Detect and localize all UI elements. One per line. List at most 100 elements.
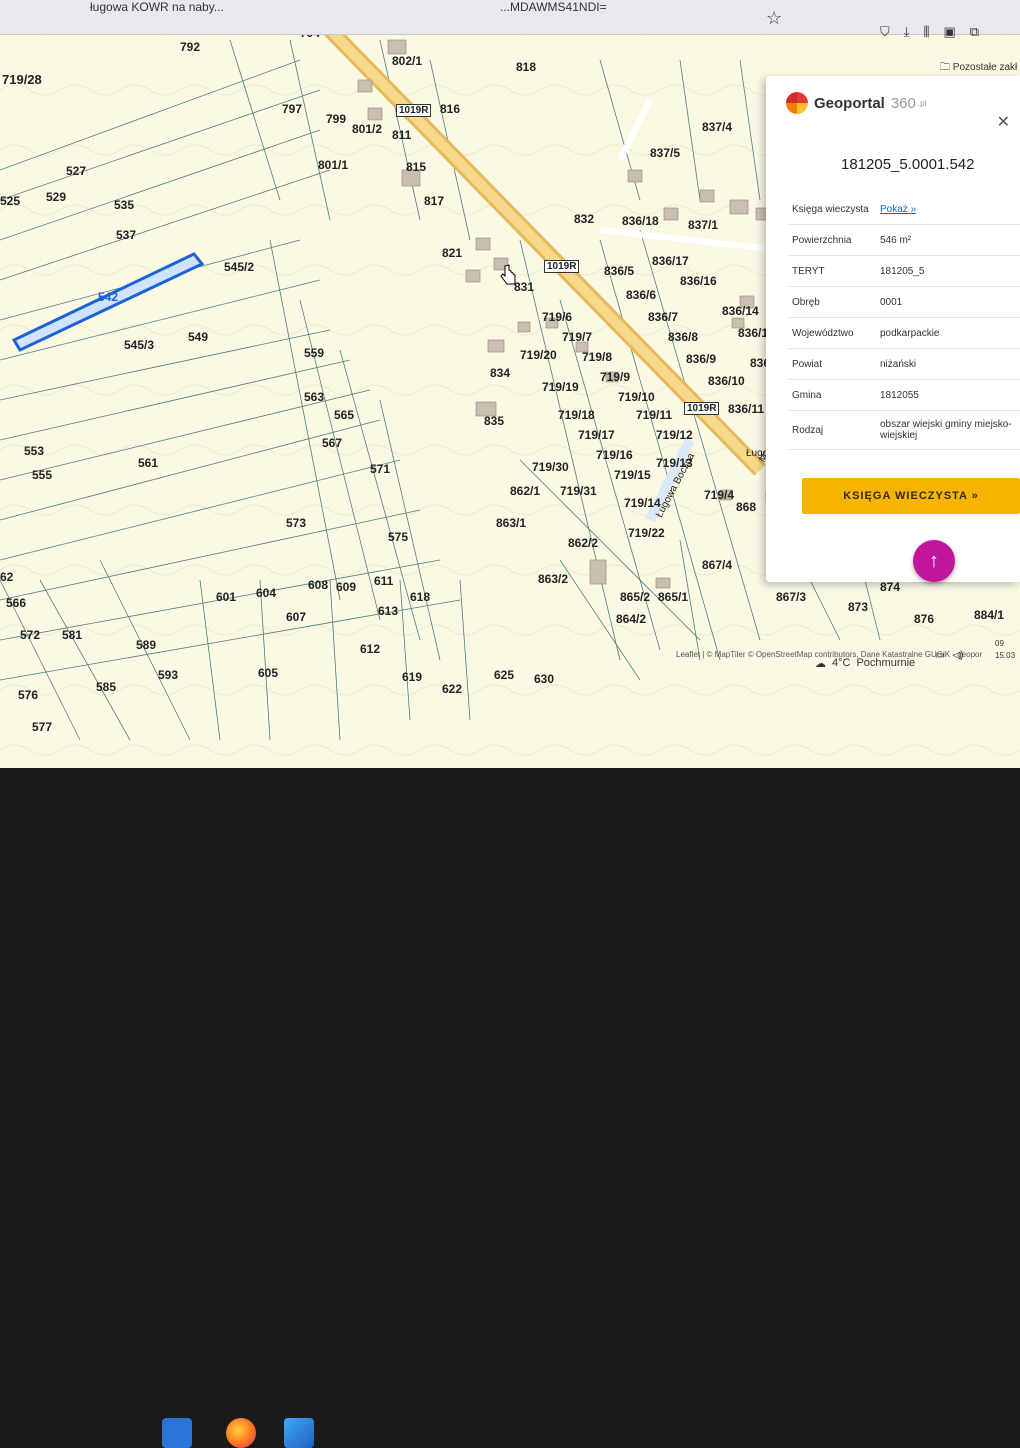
parcel-label[interactable]: 589 (136, 638, 156, 652)
parcel-label[interactable]: 863/2 (538, 572, 568, 586)
parcel-label[interactable]: 836/5 (604, 264, 634, 278)
parcel-label[interactable]: 601 (216, 590, 236, 604)
parcel-label[interactable]: 801/1 (318, 158, 348, 172)
scroll-up-button[interactable]: ↑ (913, 540, 955, 582)
parcel-label[interactable]: 581 (62, 628, 82, 642)
parcel-label[interactable]: 792 (180, 40, 200, 54)
parcel-label[interactable]: 613 (378, 604, 398, 618)
parcel-label[interactable]: 535 (114, 198, 134, 212)
parcel-label[interactable]: 611 (374, 574, 393, 588)
parcel-label[interactable]: 815 (406, 160, 426, 174)
parcel-label[interactable]: 836/8 (668, 330, 698, 344)
parcel-label[interactable]: 565 (334, 408, 354, 422)
parcel-label[interactable]: 567 (322, 436, 342, 450)
land-register-button[interactable]: KSIĘGA WIECZYSTA » (802, 478, 1020, 514)
parcel-label[interactable]: 816 (440, 102, 460, 116)
library-icon[interactable]: ⫼ (924, 24, 930, 40)
parcel-label[interactable]: 566 (6, 596, 26, 610)
parcel-label[interactable]: 836/17 (652, 254, 689, 268)
network-icon[interactable]: ▭ (935, 650, 944, 661)
parcel-label[interactable]: 836/16 (680, 274, 717, 288)
parcel-label[interactable]: 559 (304, 346, 324, 360)
parcel-label[interactable]: 719/4 (704, 488, 734, 502)
parcel-label[interactable]: 837/5 (650, 146, 680, 160)
photos-icon[interactable] (284, 1418, 314, 1448)
parcel-label[interactable]: 529 (46, 190, 66, 204)
parcel-label[interactable]: 563 (304, 390, 324, 404)
firefox-icon[interactable] (226, 1418, 256, 1448)
parcel-label[interactable]: 719/7 (562, 330, 592, 344)
parcel-label[interactable]: 549 (188, 330, 208, 344)
shield-icon[interactable]: ⛉ (880, 24, 890, 40)
parcel-label[interactable]: 835 (484, 414, 504, 428)
parcel-label[interactable]: 834 (490, 366, 510, 380)
parcel-label[interactable]: 571 (370, 462, 390, 476)
other-bookmarks[interactable]: 🗀 Pozostałe zakł (940, 60, 1017, 77)
parcel-label[interactable]: 719/18 (558, 408, 595, 422)
parcel-label[interactable]: 572 (20, 628, 40, 642)
parcel-label[interactable]: 836/6 (626, 288, 656, 302)
parcel-label[interactable]: 719/8 (582, 350, 612, 364)
parcel-label[interactable]: 719/17 (578, 428, 615, 442)
parcel-label[interactable]: 604 (256, 586, 276, 600)
parcel-label[interactable]: 862/1 (510, 484, 540, 498)
parcel-label[interactable]: 545/3 (124, 338, 154, 352)
parcel-label[interactable]: 553 (24, 444, 44, 458)
parcel-label[interactable]: 719/9 (600, 370, 630, 384)
parcel-label[interactable]: 874 (880, 580, 900, 594)
store-icon[interactable] (162, 1418, 192, 1448)
parcel-label[interactable]: 863/1 (496, 516, 526, 530)
parcel-label[interactable]: 719/31 (560, 484, 597, 498)
parcel-label[interactable]: 719/20 (520, 348, 557, 362)
parcel-label[interactable]: 619 (402, 670, 422, 684)
parcel-label[interactable]: 836/11 (728, 402, 764, 416)
parcel-label[interactable]: 609 (336, 580, 356, 594)
parcel-label[interactable]: 873 (848, 600, 868, 614)
parcel-label[interactable]: 612 (360, 642, 380, 656)
parcel-label[interactable]: 719/6 (542, 310, 572, 324)
parcel-label[interactable]: 884/1 (974, 608, 1004, 622)
download-icon[interactable]: ⤓ (904, 24, 910, 40)
parcel-label[interactable]: 817 (424, 194, 444, 208)
parcel-label[interactable]: 802/1 (392, 54, 422, 68)
parcel-label[interactable]: 527 (66, 164, 86, 178)
parcel-label[interactable]: 719/12 (656, 428, 693, 442)
parcel-label[interactable]: 837/1 (688, 218, 718, 232)
parcel-label[interactable]: 575 (388, 530, 408, 544)
star-icon[interactable]: ☆ (766, 8, 782, 29)
parcel-label[interactable]: 719/19 (542, 380, 579, 394)
parcel-label[interactable]: 608 (308, 578, 328, 592)
show-land-register-link[interactable]: Pokaż » (880, 204, 916, 215)
parcel-label[interactable]: 593 (158, 668, 178, 682)
parcel-label[interactable]: 867/3 (776, 590, 806, 604)
parcel-label[interactable]: 625 (494, 668, 514, 682)
parcel-label[interactable]: 719/10 (618, 390, 655, 404)
parcel-label[interactable]: 836/10 (708, 374, 745, 388)
container-icon[interactable]: ▣ (944, 24, 956, 40)
tab-title[interactable]: ługowa KOWR na naby... (90, 0, 224, 14)
parcel-label[interactable]: 876 (914, 612, 934, 626)
parcel-label[interactable]: 607 (286, 610, 306, 624)
parcel-label[interactable]: 719/30 (532, 460, 569, 474)
geoportal-logo[interactable]: Geoportal 360 .pl (786, 92, 926, 114)
parcel-label[interactable]: 573 (286, 516, 306, 530)
parcel-label[interactable]: 832 (574, 212, 594, 226)
parcel-label[interactable]: 537 (116, 228, 136, 242)
parcel-label[interactable]: 868 (736, 500, 756, 514)
parcel-label[interactable]: 630 (534, 672, 554, 686)
parcel-label[interactable]: 618 (410, 590, 430, 604)
parcel-label[interactable]: 837/4 (702, 120, 732, 134)
parcel-label[interactable]: 836/18 (622, 214, 659, 228)
parcel-label[interactable]: 801/2 (352, 122, 382, 136)
parcel-label[interactable]: 719/28 (2, 72, 42, 87)
parcel-label[interactable]: 545/2 (224, 260, 254, 274)
parcel-label[interactable]: 719/11 (636, 408, 672, 422)
url-bar[interactable]: ...MDAWMS41NDI= (500, 0, 607, 14)
volume-icon[interactable]: ◁) (952, 650, 963, 661)
parcel-label[interactable]: 605 (258, 666, 278, 680)
parcel-label[interactable]: 719/15 (614, 468, 651, 482)
weather-widget[interactable]: ☁ 4°C Pochmurnie (815, 657, 915, 670)
parcel-label[interactable]: 719/16 (596, 448, 633, 462)
parcel-label[interactable]: 862/2 (568, 536, 598, 550)
close-icon[interactable]: ✕ (997, 112, 1010, 132)
